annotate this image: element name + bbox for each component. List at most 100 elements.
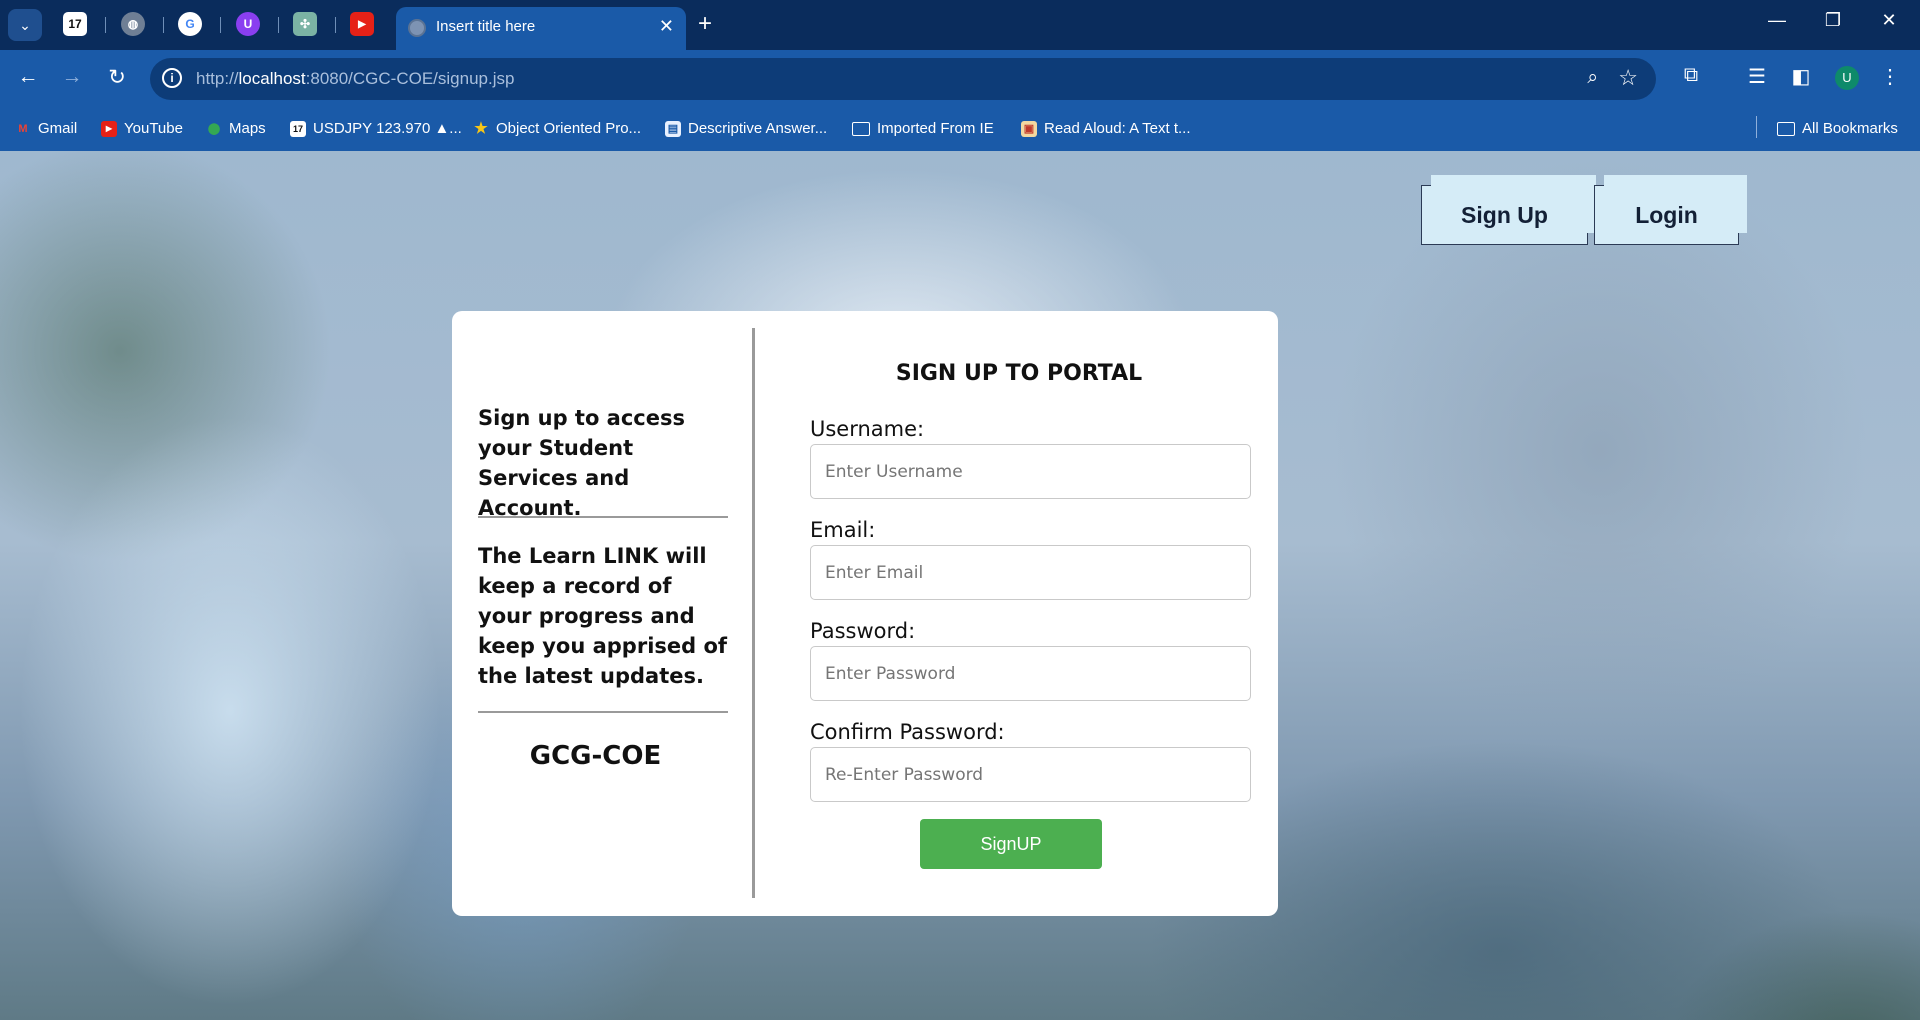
- username-input[interactable]: [810, 444, 1251, 499]
- password-label: Password:: [810, 619, 916, 643]
- bookmark-label: YouTube: [124, 120, 183, 137]
- zoom-icon[interactable]: ⌕: [1587, 67, 1598, 89]
- reload-icon: ↻: [108, 66, 126, 89]
- tab-separator: [220, 17, 221, 33]
- minimize-icon: —: [1768, 10, 1786, 30]
- bookmark-label: USDJPY 123.970 ▲...: [313, 120, 462, 137]
- arrow-right-icon: →: [61, 65, 83, 88]
- all-bookmarks-button[interactable]: All Bookmarks: [1777, 120, 1898, 137]
- menu-button[interactable]: ⋮: [1876, 64, 1904, 89]
- tradingview-icon: 17: [290, 120, 306, 137]
- signup-nav-button[interactable]: Sign Up: [1421, 175, 1596, 245]
- close-icon[interactable]: ✕: [659, 16, 674, 37]
- side-panel-button[interactable]: ◧: [1787, 64, 1815, 89]
- brand-name: GCG-COE: [529, 741, 662, 771]
- doc-icon: ▤: [665, 120, 681, 137]
- url-host: localhost: [238, 69, 306, 88]
- address-bar[interactable]: i http://localhost:8080/CGC-COE/signup.j…: [150, 58, 1656, 100]
- bookmark-label: Gmail: [38, 120, 78, 137]
- arrow-left-icon: ←: [17, 65, 39, 88]
- page-background: Sign Up Login Sign up to access your Stu…: [0, 151, 1920, 1020]
- pinned-tab-tradingview[interactable]: 17: [63, 12, 87, 36]
- bookmark-oop[interactable]: ★ Object Oriented Pro...: [473, 120, 641, 137]
- bookmark-label: Object Oriented Pro...: [496, 120, 642, 137]
- youtube-icon: ▶: [358, 18, 366, 30]
- restore-button[interactable]: ❐: [1818, 10, 1848, 31]
- divider: [478, 711, 728, 713]
- globe-icon: [408, 19, 426, 37]
- bookmark-gmail[interactable]: M Gmail: [15, 120, 77, 137]
- bookmark-usdjpy[interactable]: 17 USDJPY 123.970 ▲...: [290, 120, 462, 137]
- minimize-button[interactable]: —: [1762, 10, 1792, 31]
- browser-toolbar: ← → ↻ i http://localhost:8080/CGC-COE/si…: [0, 50, 1920, 108]
- pinned-tab-extension[interactable]: U: [236, 12, 260, 36]
- close-window-button[interactable]: ✕: [1874, 10, 1904, 31]
- reload-button[interactable]: ↻: [102, 65, 132, 90]
- tab-separator: [105, 17, 106, 33]
- gmail-icon: M: [18, 122, 28, 135]
- form-title: SIGN UP TO PORTAL: [895, 361, 1143, 386]
- bookmark-label: Maps: [229, 120, 266, 137]
- read-aloud-icon: ▣: [1021, 120, 1037, 137]
- signup-submit-button[interactable]: SignUP: [920, 819, 1102, 869]
- info-icon[interactable]: i: [162, 68, 182, 88]
- u-extension-icon: U: [243, 17, 253, 31]
- vertical-divider: [752, 328, 755, 898]
- tab-separator: [278, 17, 279, 33]
- side-panel-icon: ◧: [1791, 66, 1811, 88]
- globe-icon: ◍: [127, 17, 139, 31]
- tradingview-icon: 17: [68, 17, 82, 31]
- username-label: Username:: [810, 417, 925, 441]
- maps-icon: ⬤: [207, 122, 221, 135]
- kebab-menu-icon: ⋮: [1880, 66, 1900, 88]
- active-tab[interactable]: Insert title here ✕: [396, 7, 686, 50]
- bookmark-folder-ie[interactable]: Imported From IE: [852, 120, 994, 137]
- bookmark-label: Read Aloud: A Text t...: [1044, 120, 1191, 137]
- bookmark-label: Imported From IE: [877, 120, 994, 137]
- bookmark-maps[interactable]: ⬤ Maps: [206, 120, 266, 137]
- star-icon: ★: [474, 119, 488, 137]
- folder-icon: [1777, 121, 1795, 136]
- password-input[interactable]: [810, 646, 1251, 701]
- youtube-icon: ▶: [101, 120, 117, 137]
- signup-card: Sign up to access your Student Services …: [452, 311, 1278, 916]
- tab-strip: ⌄ 17 ◍ G U ✣ ▶ Insert title here ✕ + — ❐…: [0, 0, 1920, 50]
- close-icon: ✕: [1881, 10, 1897, 30]
- intro-text: Sign up to access your Student Services …: [478, 406, 685, 520]
- record-text: The Learn LINK will keep a record of you…: [478, 544, 728, 688]
- bookmark-read-aloud[interactable]: ▣ Read Aloud: A Text t...: [1021, 120, 1191, 137]
- new-tab-button[interactable]: +: [698, 10, 712, 38]
- bookmarks-divider: [1756, 116, 1757, 138]
- plus-icon: +: [698, 10, 713, 37]
- pinned-tab-chatgpt[interactable]: ✣: [293, 12, 317, 36]
- pinned-tab-globe[interactable]: ◍: [121, 12, 145, 36]
- divider: [478, 516, 728, 518]
- email-label: Email:: [810, 518, 876, 542]
- all-bookmarks-label: All Bookmarks: [1802, 120, 1898, 137]
- back-button[interactable]: ←: [13, 65, 43, 89]
- profile-avatar[interactable]: U: [1835, 66, 1859, 90]
- confirm-password-label: Confirm Password:: [810, 720, 1005, 744]
- bookmarks-bar: M Gmail ▶ YouTube ⬤ Maps 17 USDJPY 123.970 ▲…: [0, 108, 1920, 151]
- google-icon: G: [185, 17, 195, 31]
- chevron-down-icon: ⌄: [19, 16, 31, 33]
- bookmark-descriptive[interactable]: ▤ Descriptive Answer...: [665, 120, 827, 137]
- bookmark-star-icon[interactable]: ☆: [1618, 65, 1638, 91]
- chatgpt-icon: ✣: [299, 17, 311, 31]
- tab-search-button[interactable]: ⌄: [8, 9, 42, 41]
- tab-separator: [335, 17, 336, 33]
- folder-icon: [852, 121, 870, 136]
- pinned-tab-youtube[interactable]: ▶: [350, 12, 374, 36]
- media-queue-icon: ☰: [1748, 66, 1766, 88]
- forward-button[interactable]: →: [57, 65, 87, 89]
- email-input[interactable]: [810, 545, 1251, 600]
- url-scheme: http://: [196, 69, 239, 88]
- bookmark-youtube[interactable]: ▶ YouTube: [101, 120, 183, 137]
- confirm-password-input[interactable]: [810, 747, 1251, 802]
- media-control-button[interactable]: ☰: [1743, 64, 1771, 89]
- extensions-button[interactable]: ⧉: [1677, 64, 1705, 87]
- pinned-tab-google[interactable]: G: [178, 12, 202, 36]
- url-text[interactable]: http://localhost:8080/CGC-COE/signup.jsp: [196, 69, 514, 89]
- puzzle-icon: ⧉: [1683, 64, 1699, 86]
- login-nav-button[interactable]: Login: [1594, 175, 1747, 245]
